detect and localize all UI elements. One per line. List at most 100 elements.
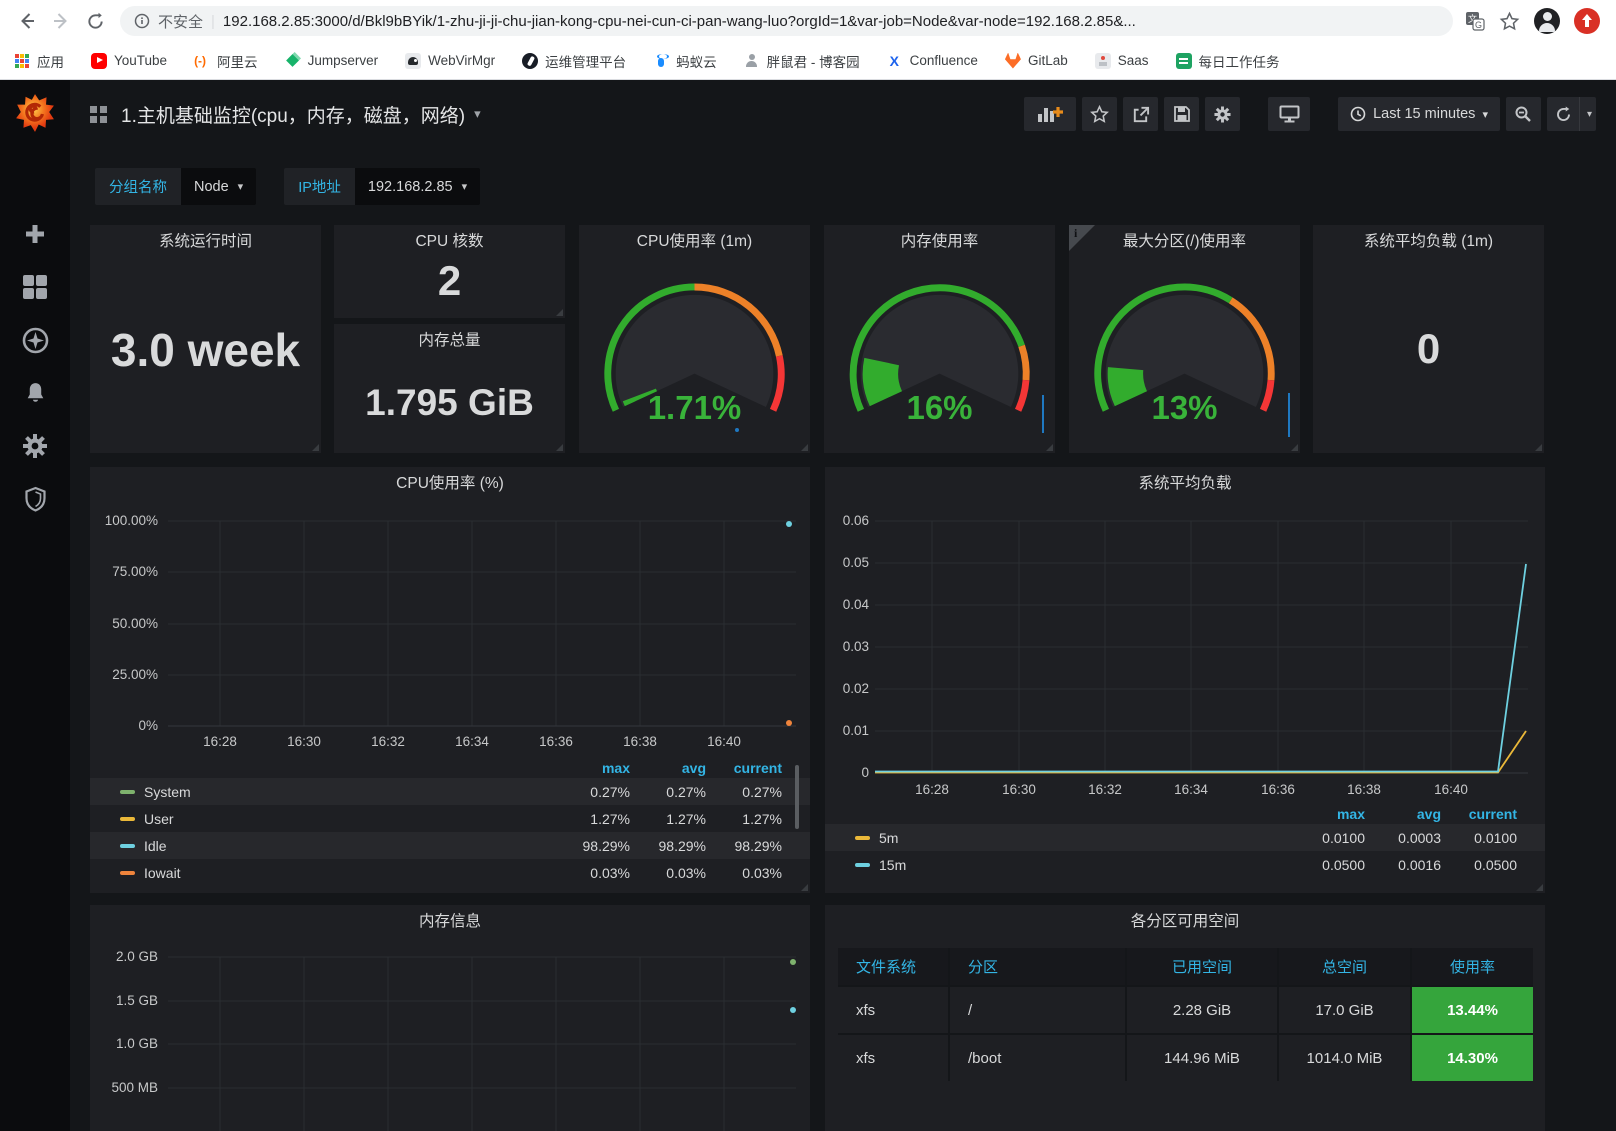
dashboard-grid-icon[interactable] (90, 106, 107, 123)
group-variable-select[interactable]: Node▾ (181, 168, 256, 205)
sparkline (1042, 395, 1044, 433)
panel-title[interactable]: 内存使用率 (824, 225, 1055, 257)
add-panel-button[interactable] (1024, 97, 1076, 131)
legend-col-max[interactable]: max (1289, 806, 1365, 822)
save-dashboard-button[interactable] (1164, 97, 1199, 131)
bookmark-label: 运维管理平台 (545, 51, 626, 71)
bookmark-label: 阿里云 (217, 51, 258, 71)
col-used[interactable]: 已用空间 (1125, 948, 1277, 985)
panel-title[interactable]: 各分区可用空间 (825, 909, 1545, 931)
dashboard-settings-button[interactable] (1205, 97, 1240, 131)
bookmark-confluence[interactable]: Confluence (887, 53, 978, 69)
url-bar[interactable]: 不安全 | 192.168.2.85:3000/d/Bkl9bBYik/1-zh… (120, 6, 1453, 36)
bookmark-cnblogs[interactable]: 胖鼠君 - 博客园 (744, 51, 860, 71)
legend-col-current[interactable]: current (706, 760, 782, 776)
col-filesystem[interactable]: 文件系统 (838, 948, 948, 985)
panel-mem-gauge: 内存使用率 16% (824, 225, 1055, 453)
panel-info-corner[interactable] (1069, 225, 1095, 251)
series-name[interactable]: System (144, 784, 554, 800)
series-current: 1.27% (706, 811, 782, 827)
translate-icon[interactable]: 文G (1465, 11, 1485, 31)
ops-platform-icon (522, 53, 538, 69)
legend-item-idle[interactable]: Idle 98.29% 98.29% 98.29% (90, 832, 810, 859)
panel-title[interactable]: CPU 核数 (334, 225, 565, 257)
chrome-update-menu-icon[interactable] (1574, 8, 1600, 34)
grafana-logo[interactable] (14, 92, 56, 134)
legend-col-current[interactable]: current (1441, 806, 1517, 822)
tv-cycle-button[interactable] (1268, 97, 1310, 131)
panel-title[interactable]: 内存总量 (334, 324, 565, 356)
series-name[interactable]: User (144, 811, 554, 827)
series-name[interactable]: 15m (879, 857, 1289, 873)
col-partition[interactable]: 分区 (948, 948, 1125, 985)
legend-scrollbar[interactable] (795, 765, 799, 829)
info-icon[interactable] (134, 13, 150, 29)
share-dashboard-button[interactable] (1123, 97, 1158, 131)
bookmark-webvirmgr[interactable]: WebVirMgr (405, 53, 495, 69)
y-tick: 1.0 GB (94, 1036, 158, 1052)
dropdown-caret-icon: ▾ (238, 180, 244, 193)
ip-variable-label: IP地址 (284, 168, 355, 205)
panel-title[interactable]: 系统平均负载 (1m) (1313, 225, 1544, 257)
star-dashboard-button[interactable] (1082, 97, 1117, 131)
series-avg: 0.27% (630, 784, 706, 800)
server-admin-shield-icon[interactable] (21, 485, 49, 513)
bookmark-saas[interactable]: Saas (1095, 53, 1149, 69)
forward-button[interactable] (44, 4, 78, 38)
cell-filesystem: xfs (838, 1035, 948, 1081)
series-name[interactable]: Idle (144, 838, 554, 854)
series-name[interactable]: 5m (879, 830, 1289, 846)
series-name[interactable]: Iowait (144, 865, 554, 881)
table-row: xfs /boot 144.96 MiB 1014.0 MiB 14.30% (838, 1033, 1533, 1081)
alerting-bell-icon[interactable] (21, 379, 49, 407)
bookmark-daily-tasks[interactable]: 每日工作任务 (1176, 51, 1280, 71)
refresh-interval-caret-icon[interactable]: ▾ (1579, 97, 1592, 131)
legend-item-15m[interactable]: 15m 0.0500 0.0016 0.0500 (825, 851, 1545, 878)
y-tick: 0% (96, 718, 158, 734)
bookmark-gitlab[interactable]: GitLab (1005, 53, 1068, 69)
legend-item-user[interactable]: User 1.27% 1.27% 1.27% (90, 805, 810, 832)
y-tick: 25.00% (96, 667, 158, 683)
bookmark-antcloud[interactable]: 蚂蚁云 (653, 51, 717, 71)
sparkline (735, 428, 739, 432)
partition-gauge-value: 13% (1069, 389, 1300, 427)
bookmark-ops-platform[interactable]: 运维管理平台 (522, 51, 626, 71)
col-total[interactable]: 总空间 (1277, 948, 1410, 985)
bookmark-apps[interactable]: 应用 (14, 51, 64, 71)
refresh-button[interactable]: ▾ (1547, 97, 1596, 131)
time-range-picker[interactable]: Last 15 minutes ▾ (1338, 97, 1500, 131)
dashboards-icon[interactable] (21, 273, 49, 301)
legend-col-avg[interactable]: avg (630, 760, 706, 776)
bookmark-star-icon[interactable] (1499, 11, 1520, 32)
legend-col-avg[interactable]: avg (1365, 806, 1441, 822)
series-max: 0.0100 (1289, 830, 1365, 846)
legend-col-max[interactable]: max (554, 760, 630, 776)
legend-item-5m[interactable]: 5m 0.0100 0.0003 0.0100 (825, 824, 1545, 851)
bookmark-jumpserver[interactable]: Jumpserver (285, 53, 379, 69)
back-button[interactable] (10, 4, 44, 38)
variable-group: 分组名称 Node▾ (95, 168, 256, 205)
legend-item-iowait[interactable]: Iowait 0.03% 0.03% 0.03% (90, 859, 810, 886)
col-usage[interactable]: 使用率 (1410, 948, 1533, 985)
ip-variable-select[interactable]: 192.168.2.85▾ (355, 168, 480, 205)
title-caret-icon[interactable]: ▾ (474, 106, 481, 122)
panel-mem-total: 内存总量 1.795 GiB (334, 324, 565, 453)
legend-item-system[interactable]: System 0.27% 0.27% 0.27% (90, 778, 810, 805)
series-max: 0.03% (554, 865, 630, 881)
bookmark-aliyun[interactable]: 阿里云 (194, 51, 258, 71)
series-current: 0.27% (706, 784, 782, 800)
zoom-out-button[interactable] (1506, 97, 1541, 131)
variable-group: IP地址 192.168.2.85▾ (284, 168, 480, 205)
panel-title[interactable]: 系统运行时间 (90, 225, 321, 257)
explore-compass-icon[interactable] (21, 326, 49, 354)
dashboard-title[interactable]: 1.主机基础监控(cpu，内存，磁盘，网络) (121, 101, 465, 128)
panel-title[interactable]: 最大分区(/)使用率 (1069, 225, 1300, 257)
bookmark-youtube[interactable]: YouTube (91, 53, 167, 69)
series-swatch (120, 871, 135, 875)
panel-title[interactable]: CPU使用率 (1m) (579, 225, 810, 257)
profile-avatar[interactable] (1534, 8, 1560, 34)
cpu-cores-value: 2 (334, 257, 565, 305)
create-plus-icon[interactable] (21, 220, 49, 248)
reload-button[interactable] (78, 4, 112, 38)
configuration-gear-icon[interactable] (21, 432, 49, 460)
